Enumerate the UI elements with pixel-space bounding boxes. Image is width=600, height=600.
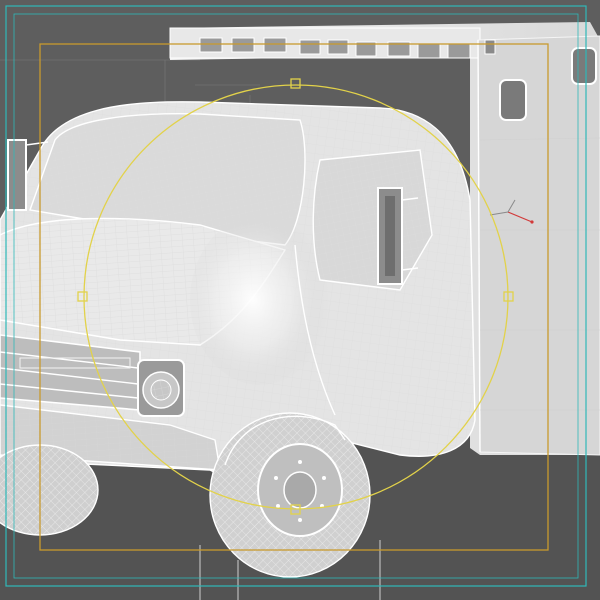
box-side-window — [499, 79, 527, 121]
gizmo-handle-top[interactable] — [290, 78, 301, 89]
front-right-wheel[interactable] — [209, 412, 371, 578]
fender-highlight — [190, 215, 330, 385]
box-rear-light — [571, 47, 597, 85]
headlight — [137, 359, 185, 417]
viewport-canvas[interactable] — [0, 0, 600, 600]
3d-viewport[interactable] — [0, 0, 600, 600]
